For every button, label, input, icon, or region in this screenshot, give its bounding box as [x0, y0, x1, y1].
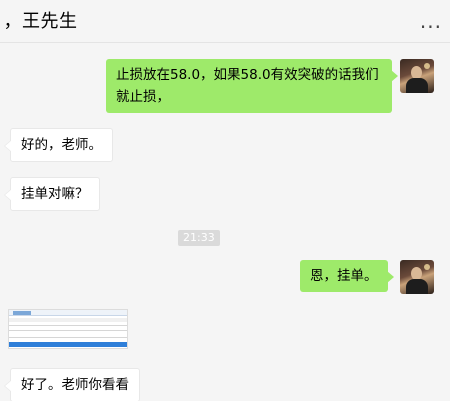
avatar-shirt: [406, 78, 428, 93]
message-bubble-received[interactable]: 好了。老师你看看: [4, 368, 140, 401]
message-text: 好的，老师。: [21, 137, 102, 153]
more-options-button[interactable]: ...: [420, 9, 442, 33]
message-bubble-received[interactable]: 好的，老师。: [4, 128, 113, 162]
chat-title-prefix: ：，: [0, 11, 22, 32]
thumb-row-line: [9, 330, 127, 331]
thumb-row-line: [9, 325, 127, 326]
message-text-line: 止损放在58.0，如果58.0有效突破的话我们: [116, 67, 379, 83]
thumb-tab: [13, 311, 31, 315]
message-text: 挂单对嘛？: [21, 186, 89, 202]
message-text: 恩，挂单。: [310, 268, 378, 284]
avatar-shirt: [406, 279, 428, 294]
message-text: 好了。老师你看看: [21, 377, 129, 393]
contact-name: 王先生: [22, 11, 78, 32]
thumb-selected-row: [9, 342, 127, 347]
avatar-light: [424, 63, 430, 69]
my-avatar[interactable]: [400, 59, 434, 93]
message-bubble-sent[interactable]: 恩，挂单。: [300, 260, 393, 292]
chat-header: ：，王先生 ...: [0, 0, 450, 43]
thumb-table-header: [9, 318, 127, 322]
thumb-row-line: [9, 337, 127, 338]
image-message-thumbnail[interactable]: [8, 309, 128, 349]
message-bubble-received[interactable]: 挂单对嘛？: [4, 177, 100, 211]
avatar-light: [424, 264, 430, 270]
my-avatar[interactable]: [400, 260, 434, 294]
message-bubble-sent[interactable]: 止损放在58.0，如果58.0有效突破的话我们 就止损，: [106, 59, 398, 113]
message-text-line: 就止损，: [116, 89, 170, 105]
chat-title: ：，王先生: [0, 7, 78, 33]
timestamp: 21:33: [178, 230, 220, 246]
